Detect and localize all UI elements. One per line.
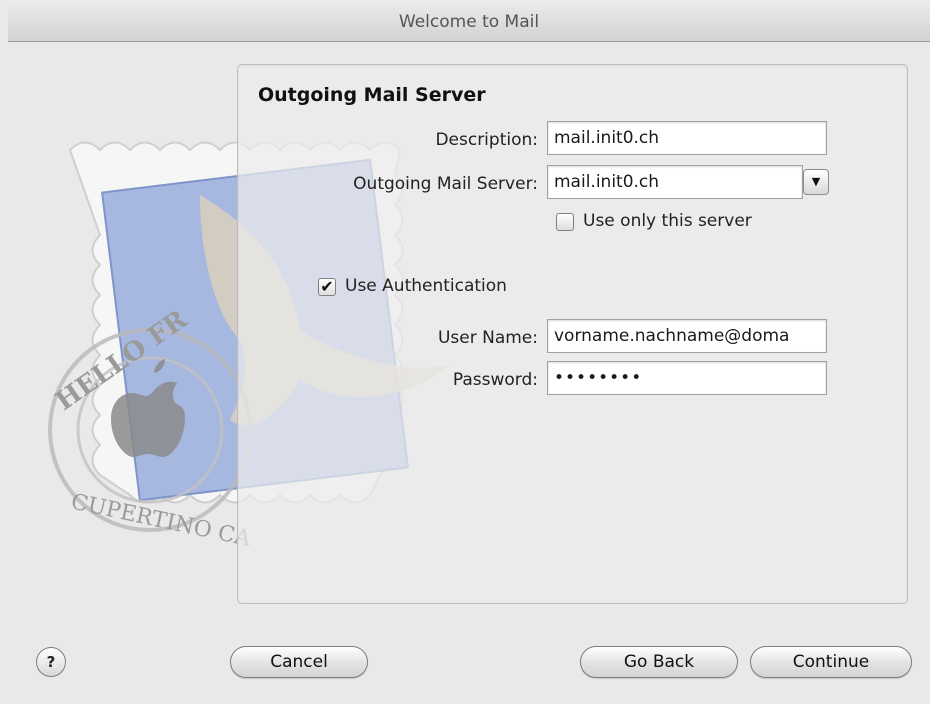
chevron-down-icon[interactable]: ▼ bbox=[803, 169, 829, 195]
username-label: User Name: bbox=[437, 328, 538, 348]
password-field[interactable]: •••••••• bbox=[547, 361, 827, 395]
description-label: Description: bbox=[435, 130, 538, 150]
cancel-button[interactable]: Cancel bbox=[230, 646, 368, 678]
use-authentication-checkbox[interactable]: ✔ bbox=[318, 278, 336, 296]
checkmark-icon: ✔ bbox=[320, 277, 334, 296]
continue-button[interactable]: Continue bbox=[750, 646, 912, 678]
outgoing-server-combo-field[interactable]: mail.init0.ch bbox=[547, 165, 803, 199]
description-field[interactable]: mail.init0.ch bbox=[547, 121, 827, 155]
use-only-server-checkbox[interactable] bbox=[556, 213, 574, 231]
username-field[interactable]: vorname.nachname@doma bbox=[547, 319, 827, 353]
window-title: Welcome to Mail bbox=[398, 12, 540, 32]
use-only-server-label[interactable]: Use only this server bbox=[583, 211, 752, 231]
go-back-button[interactable]: Go Back bbox=[580, 646, 738, 678]
outgoing-server-label: Outgoing Mail Server: bbox=[353, 174, 538, 194]
help-button[interactable]: ? bbox=[36, 647, 66, 677]
title-bar[interactable]: Welcome to Mail bbox=[8, 0, 930, 42]
use-authentication-label[interactable]: Use Authentication bbox=[345, 276, 507, 296]
mail-setup-window: Welcome to Mail HELLO FR CUPERTINO CA Ou… bbox=[0, 0, 930, 704]
panel-heading: Outgoing Mail Server bbox=[258, 84, 486, 106]
password-label: Password: bbox=[452, 370, 538, 390]
